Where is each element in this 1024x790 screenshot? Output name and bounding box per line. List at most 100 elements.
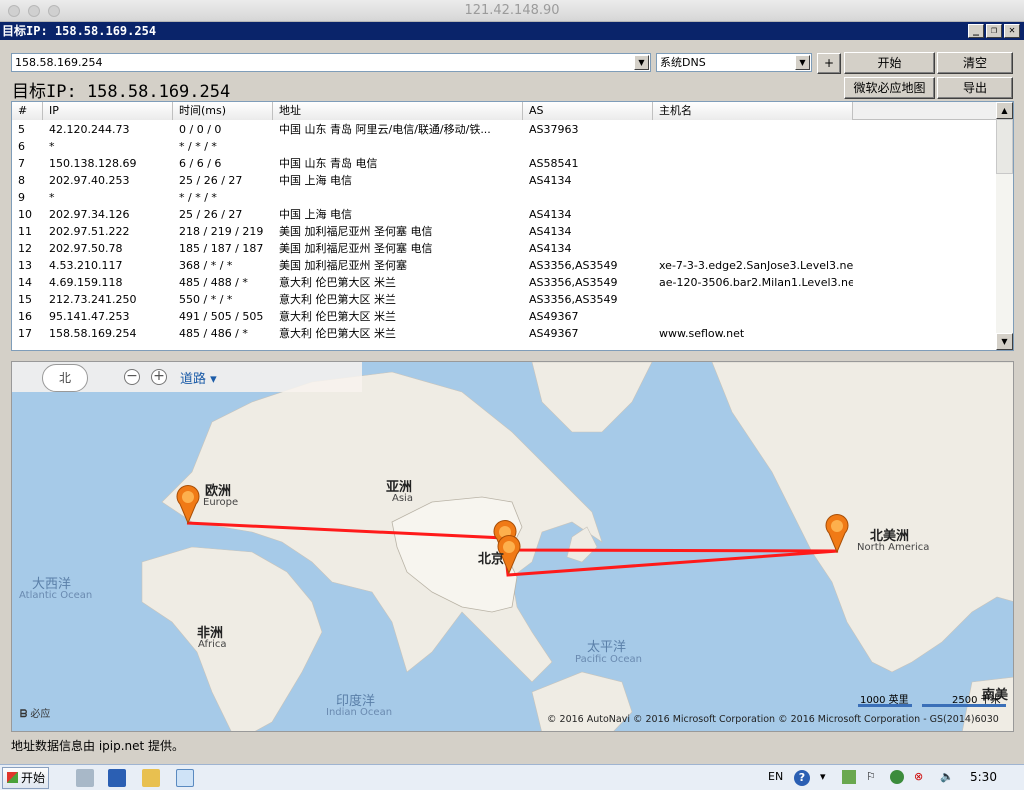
table-row[interactable]: 6 * * / * / * — [12, 138, 853, 155]
table-cell: 158.58.169.254 — [49, 327, 137, 340]
table-cell — [653, 189, 853, 206]
table-row[interactable]: 13 4.53.210.117 368 / * / * 美国 加利福尼亚州 圣何塞 AS… — [12, 257, 853, 274]
close-button[interactable]: ✕ — [1004, 24, 1020, 38]
target-ip-combobox[interactable]: 158.58.169.254 ▼ — [11, 53, 651, 72]
table-cell: 14 — [18, 276, 32, 289]
chevron-down-icon[interactable]: ▼ — [634, 55, 649, 70]
table-row[interactable]: 11 202.97.51.222 218 / 219 / 219 美国 加利福尼亚州 … — [12, 223, 853, 240]
table-row[interactable]: 16 95.141.47.253 491 / 505 / 505 意大利 伦巴第大区 … — [12, 308, 853, 325]
table-cell: 202.97.50.78 — [49, 242, 123, 255]
map-label-beijing: 北京 — [478, 552, 505, 567]
besttrace-app-icon[interactable] — [176, 769, 194, 787]
scroll-down-icon[interactable]: ▼ — [996, 333, 1013, 350]
table-row[interactable]: 12 202.97.50.78 185 / 187 / 187 美国 加利福尼亚州 圣… — [12, 240, 853, 257]
table-cell: AS58541 — [529, 157, 579, 170]
table-cell: 17 — [18, 327, 32, 340]
add-dns-button[interactable]: + — [817, 53, 841, 74]
mac-close-button[interactable] — [8, 5, 20, 17]
table-row[interactable]: 14 4.69.159.118 485 / 488 / * 意大利 伦巴第大区 米兰 A… — [12, 274, 853, 291]
map-copyright: © 2016 AutoNavi © 2016 Microsoft Corpora… — [547, 714, 999, 725]
table-row[interactable]: 7 150.138.128.69 6 / 6 / 6 中国 山东 青岛 电信 AS585… — [12, 155, 853, 172]
start-label: 开始 — [21, 771, 46, 785]
table-cell: 6 — [18, 140, 25, 153]
export-button[interactable]: 导出 — [937, 77, 1013, 99]
land-africa — [141, 546, 323, 731]
table-cell — [653, 308, 853, 325]
table-cell: * / * / * — [179, 191, 217, 204]
table-cell: 意大利 伦巴第大区 米兰 — [279, 276, 396, 289]
clear-button[interactable]: 清空 — [937, 52, 1013, 74]
table-row[interactable]: 10 202.97.34.126 25 / 26 / 27 中国 上海 电信 AS413… — [12, 206, 853, 223]
land-north-america — [711, 362, 1013, 673]
table-row[interactable]: 15 212.73.241.250 550 / * / * 意大利 伦巴第大区 米兰 A… — [12, 291, 853, 308]
window-titlebar: 目标IP: 158.58.169.254 _ ❐ ✕ — [0, 22, 1024, 40]
table-cell: AS49367 — [529, 310, 579, 323]
tray-options-icon[interactable]: ▾ — [820, 770, 826, 783]
table-cell: 42.120.244.73 — [49, 123, 130, 136]
table-cell: 25 / 26 / 27 — [179, 174, 243, 187]
table-row[interactable]: 8 202.97.40.253 25 / 26 / 27 中国 上海 电信 AS4134 — [12, 172, 853, 189]
land-greenland — [531, 362, 653, 433]
location-pin-icon[interactable] — [824, 513, 850, 553]
table-cell: AS4134 — [529, 174, 572, 187]
table-cell: AS3356,AS3549 — [529, 276, 618, 289]
mac-minimize-button[interactable] — [28, 5, 40, 17]
table-cell: 4.53.210.117 — [49, 259, 123, 272]
table-cell: AS3356,AS3549 — [529, 259, 618, 272]
bing-logo: ᗷ 必应 — [20, 705, 50, 720]
table-cell: 7 — [18, 157, 25, 170]
table-cell: 485 / 488 / * — [179, 276, 248, 289]
table-cell: 10 — [18, 208, 32, 221]
trace-results-table[interactable]: # IP 时间(ms) 地址 AS 主机名 5 42.120.244.73 0 / … — [11, 101, 1014, 351]
mac-zoom-button[interactable] — [48, 5, 60, 17]
chevron-down-icon[interactable]: ▼ — [795, 55, 810, 70]
column-header[interactable]: AS — [523, 102, 653, 120]
scroll-up-icon[interactable]: ▲ — [996, 102, 1013, 119]
column-header[interactable]: IP — [43, 102, 173, 120]
start-menu-button[interactable]: 开始 — [2, 767, 49, 789]
server-manager-icon[interactable] — [76, 769, 94, 787]
start-button[interactable]: 开始 — [844, 52, 935, 74]
volume-icon[interactable]: 🔈 — [940, 770, 954, 783]
location-pin-icon[interactable] — [175, 484, 201, 524]
table-body: 5 42.120.244.73 0 / 0 / 0 中国 山东 青岛 阿里云/电信/联… — [12, 121, 853, 342]
powershell-icon[interactable] — [108, 769, 126, 787]
help-icon[interactable]: ? — [794, 770, 810, 786]
table-cell: 美国 加利福尼亚州 圣何塞 — [279, 259, 407, 272]
network-icon[interactable] — [842, 770, 856, 784]
column-header[interactable]: # — [12, 102, 43, 120]
table-cell: 16 — [18, 310, 32, 323]
windows-logo-icon — [7, 772, 18, 783]
table-cell: 202.97.40.253 — [49, 174, 130, 187]
table-cell: 485 / 486 / * — [179, 327, 248, 340]
table-row[interactable]: 5 42.120.244.73 0 / 0 / 0 中国 山东 青岛 阿里云/电信/联… — [12, 121, 853, 138]
table-row[interactable]: 9 * * / * / * — [12, 189, 853, 206]
column-header[interactable]: 主机名 — [653, 102, 853, 120]
table-cell: AS4134 — [529, 208, 572, 221]
bing-map-button[interactable]: 微软必应地图 — [844, 77, 935, 99]
dns-select[interactable]: 系统DNS ▼ — [656, 53, 812, 72]
table-row[interactable]: 17 158.58.169.254 485 / 486 / * 意大利 伦巴第大区 米… — [12, 325, 853, 342]
minimize-button[interactable]: _ — [968, 24, 984, 38]
map-style-road-dropdown[interactable]: 道路 ▾ — [180, 368, 217, 387]
zoom-in-icon[interactable]: + — [151, 369, 167, 385]
table-cell — [653, 291, 853, 308]
route-map[interactable]: 北 − + 道路 ▾ 欧洲 Europe 亚洲 Asia 北京 北美洲 Nort… — [11, 361, 1014, 732]
scroll-thumb[interactable] — [996, 119, 1013, 174]
security-icon[interactable] — [890, 770, 904, 784]
table-cell: 中国 山东 青岛 电信 — [279, 157, 378, 170]
vertical-scrollbar[interactable]: ▲ ▼ — [996, 102, 1013, 350]
network-error-icon[interactable]: ⊗ — [914, 770, 923, 783]
table-cell: AS4134 — [529, 225, 572, 238]
target-ip-value: 158.58.169.254 — [15, 56, 103, 69]
language-indicator[interactable]: EN — [768, 770, 783, 783]
zoom-out-icon[interactable]: − — [124, 369, 140, 385]
explorer-folder-icon[interactable] — [142, 769, 160, 787]
column-header[interactable]: 时间(ms) — [173, 102, 273, 120]
table-cell: 11 — [18, 225, 32, 238]
flag-icon[interactable]: ⚐ — [866, 770, 876, 783]
clock[interactable]: 5:30 — [970, 770, 997, 784]
compass-north-icon[interactable]: 北 — [42, 364, 88, 392]
restore-button[interactable]: ❐ — [986, 24, 1002, 38]
column-header[interactable]: 地址 — [273, 102, 523, 120]
